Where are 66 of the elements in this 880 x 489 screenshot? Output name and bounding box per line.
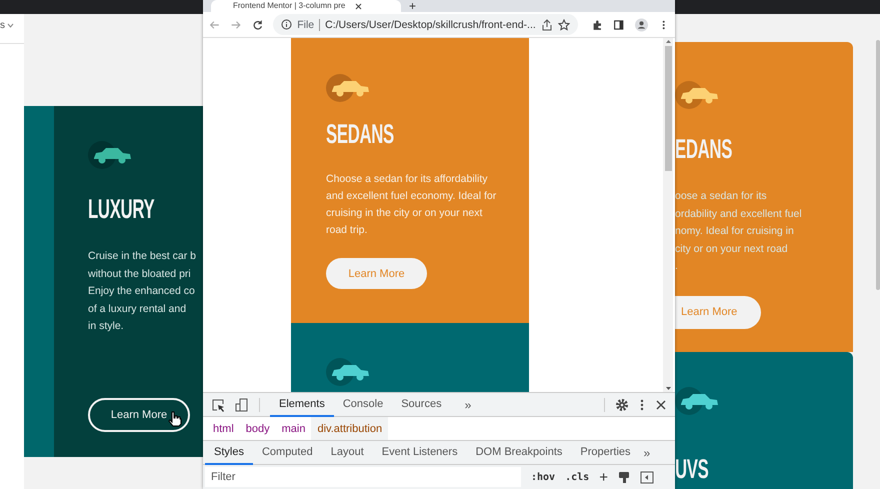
more-tabs-button[interactable]: » bbox=[460, 398, 476, 412]
address-url: C:/Users/User/Desktop/skillcrush/front-end-... bbox=[325, 18, 536, 30]
hov-toggle[interactable]: :hov bbox=[531, 472, 556, 482]
breadcrumb[interactable]: main bbox=[276, 417, 312, 440]
close-icon[interactable] bbox=[655, 398, 667, 410]
devtools-tab[interactable]: Sources bbox=[392, 392, 451, 416]
card-title: LUXURY bbox=[88, 194, 154, 224]
profile-avatar-icon[interactable] bbox=[634, 16, 648, 32]
scrollbar-thumb[interactable] bbox=[664, 46, 672, 171]
star-icon[interactable] bbox=[558, 18, 570, 30]
reload-icon[interactable] bbox=[252, 18, 264, 32]
card-text: city or on your next road bbox=[675, 242, 788, 256]
inspect-element-icon[interactable] bbox=[211, 398, 225, 412]
sidebar-icon[interactable] bbox=[613, 18, 625, 32]
card-title: UVS bbox=[675, 454, 708, 484]
filter-field[interactable]: Filter bbox=[205, 467, 521, 487]
scroll-up-icon[interactable] bbox=[664, 38, 672, 44]
car-icon bbox=[88, 140, 134, 170]
address-scheme: File bbox=[297, 18, 314, 30]
settings-icon[interactable] bbox=[615, 398, 629, 412]
pane-tab[interactable]: Computed bbox=[252, 440, 322, 464]
breadcrumb[interactable]: div.attribution bbox=[311, 417, 388, 440]
car-icon bbox=[326, 73, 372, 103]
close-icon[interactable] bbox=[355, 2, 362, 10]
pane-tab[interactable]: Styles bbox=[205, 440, 253, 464]
hand-cursor-icon bbox=[168, 411, 182, 427]
scrollbar[interactable] bbox=[663, 38, 673, 392]
card-text: . bbox=[675, 259, 678, 274]
breadcrumb[interactable]: body bbox=[240, 417, 276, 440]
more-panes-button[interactable]: » bbox=[640, 446, 654, 460]
card-text: of a luxury rental and bbox=[88, 302, 186, 316]
card-text: nomy. Ideal for cruising in bbox=[675, 224, 794, 239]
puzzle-icon[interactable] bbox=[592, 18, 604, 32]
paint-brush-icon[interactable] bbox=[618, 470, 630, 484]
pane-tab[interactable]: DOM Breakpoints bbox=[466, 440, 572, 464]
card-text: oose a sedan for its bbox=[675, 189, 767, 204]
pane-tab[interactable]: Properties bbox=[571, 440, 640, 464]
share-icon[interactable] bbox=[540, 18, 553, 30]
device-toggle-icon[interactable] bbox=[235, 398, 249, 412]
card-text: Cruise in the best car b bbox=[88, 249, 196, 264]
address-bar[interactable]: File C:/Users/User/Desktop/skillcrush/front-end-... bbox=[273, 14, 578, 35]
cls-toggle[interactable]: .cls bbox=[565, 472, 590, 482]
scrollbar-thumb[interactable] bbox=[876, 40, 880, 290]
dropdown-label[interactable]: s bbox=[0, 20, 5, 31]
card-title: EDANS bbox=[675, 134, 732, 164]
new-tab-button[interactable]: + bbox=[409, 0, 416, 12]
card-text: Choose a sedan for its affordability and excellent fuel economy. Ideal for cruising in the city or on your next road trip. bbox=[326, 172, 498, 238]
card-text: in style. bbox=[88, 319, 124, 334]
new-rule-button[interactable]: + bbox=[599, 468, 608, 486]
info-icon[interactable] bbox=[281, 19, 292, 30]
breadcrumb[interactable]: html bbox=[207, 417, 240, 440]
tab-title: Frontend Mentor | 3-column pre bbox=[233, 0, 346, 12]
card-text: Enjoy the enhanced co bbox=[88, 284, 195, 299]
pane-tab[interactable]: Event Listeners bbox=[372, 440, 467, 464]
car-icon bbox=[675, 80, 721, 110]
card-title: SEDANS bbox=[326, 119, 394, 149]
devtools-tab[interactable]: Console bbox=[334, 392, 392, 416]
chevron-down-icon[interactable] bbox=[7, 23, 14, 28]
sidebar-toggle-icon[interactable] bbox=[640, 470, 654, 484]
card-text: ordability and excellent fuel bbox=[675, 206, 802, 222]
pane-tab[interactable]: Layout bbox=[322, 440, 373, 464]
car-icon bbox=[326, 357, 372, 387]
more-menu-icon[interactable] bbox=[639, 398, 645, 412]
browser-tab[interactable]: Frontend Mentor | 3-column pre bbox=[211, 0, 401, 12]
card-text: without the bloated pri bbox=[88, 266, 191, 282]
car-icon bbox=[675, 386, 721, 416]
